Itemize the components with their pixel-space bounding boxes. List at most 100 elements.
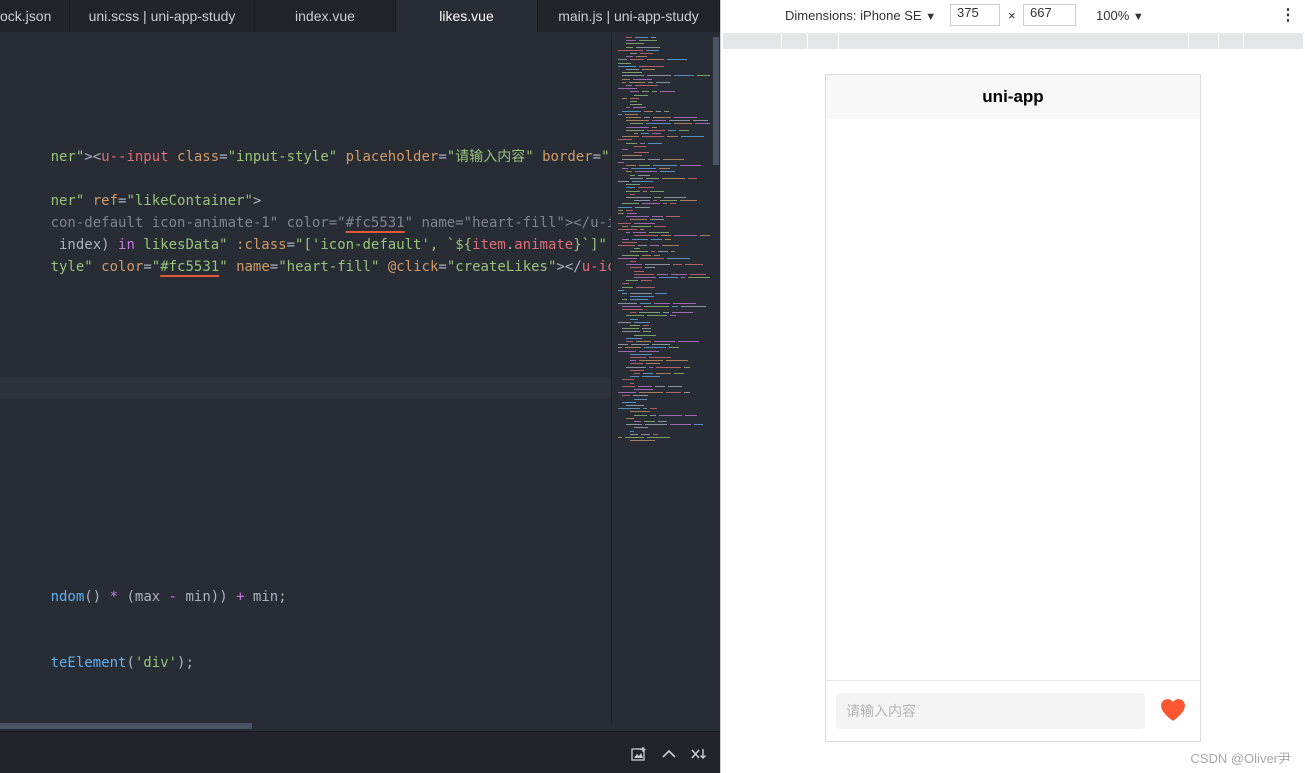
minimap-stroke [666,392,681,394]
minimap-stroke [626,184,640,186]
minimap-stroke [630,357,646,358]
minimap-stroke [626,56,633,58]
minimap-stroke [672,305,678,307]
minimap-stroke [674,75,694,77]
minimap-stroke [626,232,630,234]
minimap-stroke [642,136,664,138]
minimap-stroke [648,142,662,144]
media-query-bar[interactable] [723,33,1303,49]
minimap-stroke [622,225,628,227]
heart-icon[interactable] [1160,698,1186,722]
minimap-stroke [636,56,647,58]
minimap-stroke [652,126,657,128]
minimap-stroke [642,376,660,378]
minimap-stroke [654,254,660,256]
tab-index-vue[interactable]: index.vue [255,0,396,32]
minimap-stroke [622,254,639,256]
minimap-stroke [634,277,656,278]
minimap-stroke [649,366,653,368]
minimap-stroke [631,168,656,170]
minimap-stroke [630,219,647,221]
chevron-up-icon[interactable] [661,746,677,762]
minimap[interactable] [611,33,720,723]
minimap-stroke [645,424,667,426]
minimap-stroke [630,296,654,298]
minimap-stroke [642,203,660,205]
device-height-input[interactable]: 667 [1023,4,1076,26]
minimap-stroke [618,350,636,352]
minimap-stroke [626,171,632,173]
minimap-stroke [618,181,629,182]
minimap-stroke [630,91,639,93]
minimap-stroke [618,302,637,304]
close-panel-icon[interactable] [690,746,708,762]
minimap-stroke [618,49,643,51]
minimap-stroke [688,277,710,278]
minimap-stroke [626,209,633,211]
minimap-stroke [685,264,703,266]
tab-package-lock-json[interactable]: ock.json [0,0,70,32]
minimap-stroke [667,257,690,259]
minimap-stroke [660,171,675,173]
minimap-stroke [630,382,634,384]
phone-viewport: uni-app 请输入内容 [825,74,1201,742]
minimap-stroke [630,174,635,176]
minimap-stroke [652,120,666,122]
horizontal-scrollbar[interactable] [0,723,252,729]
minimap-stroke [626,417,634,419]
minimap-stroke [670,315,676,317]
tab-likes-vue[interactable]: likes.vue [396,0,538,32]
minimap-stroke [622,379,634,381]
minimap-stroke [630,411,650,413]
minimap-stroke [663,312,669,314]
minimap-stroke [674,117,697,118]
tab-uni-scss[interactable]: uni.scss | uni-app-study [70,0,255,32]
minimap-stroke [661,235,671,237]
code-area[interactable]: ner"><u--input class="input-style" place… [0,33,611,723]
minimap-stroke [669,120,690,122]
minimap-stroke [630,363,643,365]
minimap-stroke [634,133,638,134]
minimap-stroke [630,267,642,269]
minimap-stroke [700,235,710,237]
minimap-stroke [626,129,644,131]
code-editor: ock.json uni.scss | uni-app-study index.… [0,0,720,773]
minimap-stroke [650,408,657,410]
minimap-stroke [625,347,641,349]
minimap-stroke [651,251,655,253]
device-width-input[interactable]: 375 [950,4,1000,26]
screenshot-icon[interactable] [631,746,647,762]
minimap-stroke [622,168,628,170]
minimap-scrollbar[interactable] [713,37,719,165]
phone-footer: 请输入内容 [826,680,1200,741]
minimap-stroke [643,331,651,333]
minimap-stroke [622,110,641,112]
minimap-stroke [630,325,640,326]
device-preview-panel: Dimensions: iPhone SE ▼ 375 × 667 100% ▼… [720,0,1305,773]
minimap-stroke [642,91,649,93]
minimap-stroke [622,155,642,157]
device-dimensions-select[interactable]: Dimensions: iPhone SE ▼ [785,8,936,23]
minimap-stroke [649,357,671,358]
minimap-stroke [668,129,676,131]
minimap-stroke [622,395,630,397]
minimap-stroke [681,277,685,278]
minimap-stroke [652,344,670,346]
zoom-select[interactable]: 100% ▼ [1096,8,1144,23]
minimap-stroke [622,136,639,138]
comment-input[interactable]: 请输入内容 [836,693,1145,729]
minimap-stroke [618,347,622,349]
tab-main-js[interactable]: main.js | uni-app-study [538,0,720,32]
minimap-stroke [679,129,689,131]
minimap-stroke [630,353,652,355]
minimap-stroke [625,113,638,115]
minimap-stroke [660,200,677,202]
minimap-stroke [626,424,642,426]
minimap-stroke [635,85,658,86]
minimap-stroke [639,40,657,42]
minimap-stroke [644,347,666,349]
minimap-stroke [650,414,656,416]
more-options-icon[interactable]: ⋮ [1280,5,1296,25]
caret-down-icon: ▼ [1132,11,1144,23]
minimap-stroke [626,43,644,45]
